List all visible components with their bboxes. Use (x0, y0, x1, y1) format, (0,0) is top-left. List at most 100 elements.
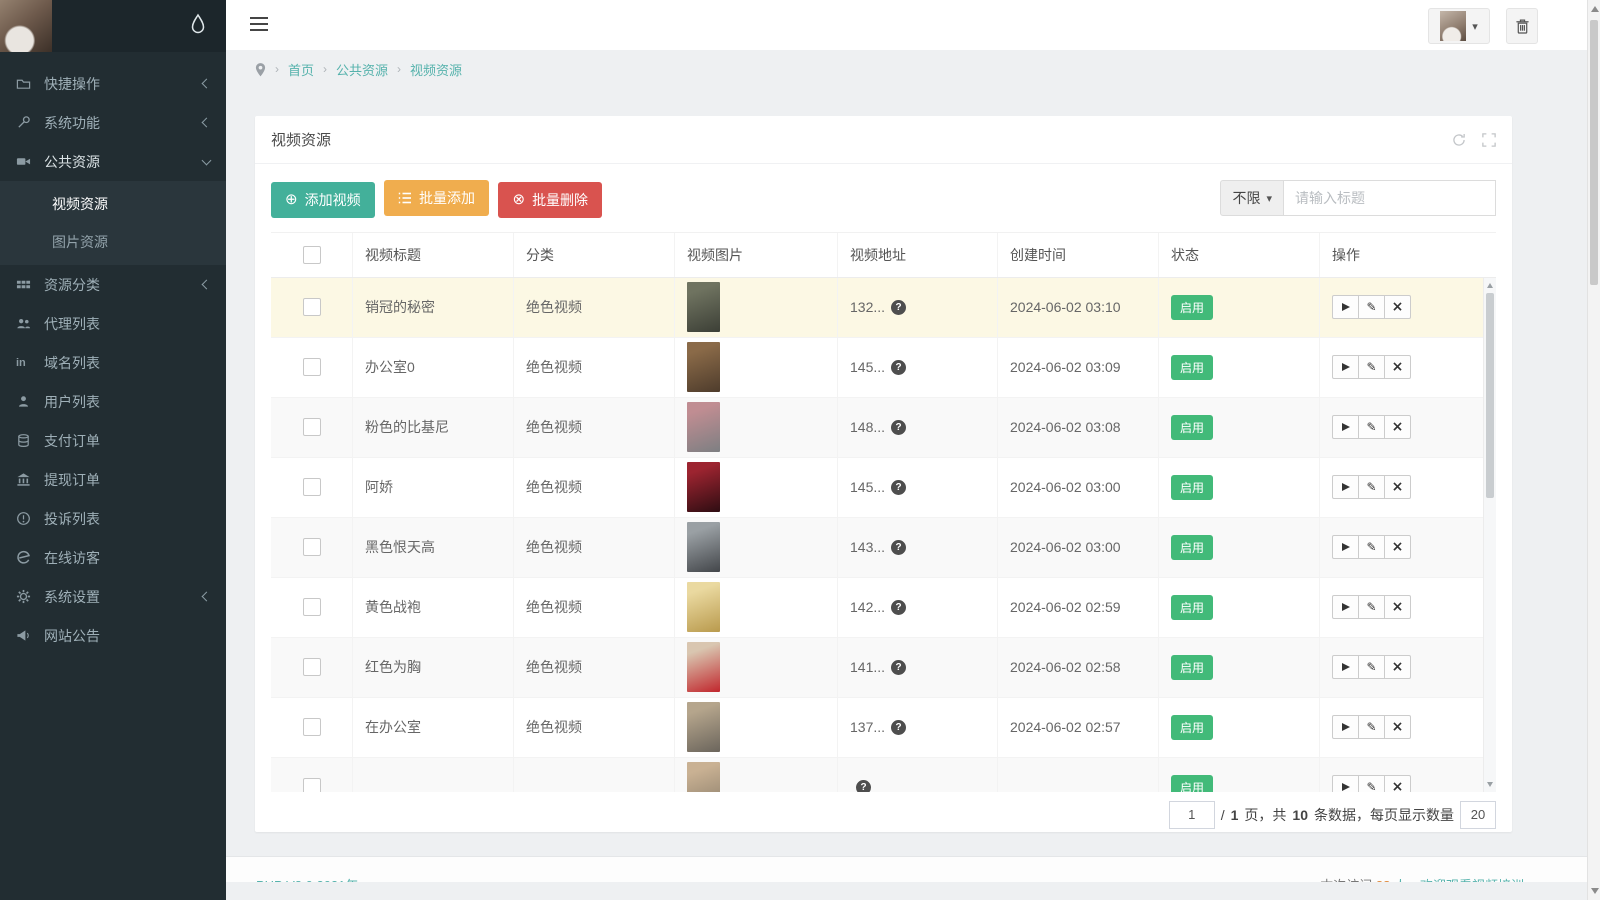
page-scrollbar-thumb[interactable] (1590, 20, 1598, 285)
video-thumbnail[interactable] (687, 522, 720, 572)
delete-button[interactable]: × (1384, 475, 1411, 499)
row-checkbox[interactable] (302, 478, 321, 496)
play-button[interactable] (1332, 775, 1359, 792)
user-avatar (1440, 11, 1467, 41)
sidebar-item-resource-categories[interactable]: 资源分类 (0, 265, 226, 304)
edit-button[interactable]: ✎ (1358, 775, 1385, 792)
video-thumbnail[interactable] (687, 762, 720, 792)
question-circle-icon[interactable]: ? (891, 539, 907, 555)
play-button[interactable] (1332, 415, 1359, 439)
video-thumbnail[interactable] (687, 342, 720, 392)
chevron-left-icon (201, 591, 212, 602)
scroll-down-arrow-icon[interactable] (1487, 781, 1493, 787)
video-thumbnail[interactable] (687, 462, 720, 512)
edit-button[interactable]: ✎ (1358, 535, 1385, 559)
row-checkbox[interactable] (302, 358, 321, 376)
play-button[interactable] (1332, 595, 1359, 619)
add-video-button[interactable]: ⊕ 添加视频 (271, 181, 375, 218)
page-input[interactable] (1168, 800, 1215, 829)
video-thumbnail[interactable] (687, 582, 720, 632)
question-circle-icon[interactable]: ? (891, 359, 907, 375)
title-search-input[interactable] (1284, 180, 1496, 216)
delete-button[interactable]: × (1384, 655, 1411, 679)
video-thumbnail[interactable] (687, 642, 720, 692)
scroll-up-arrow-icon[interactable] (1487, 282, 1493, 288)
select-all-checkbox[interactable] (302, 245, 321, 264)
play-button[interactable] (1332, 715, 1359, 739)
edit-button[interactable]: ✎ (1358, 295, 1385, 319)
row-checkbox[interactable] (302, 778, 321, 792)
sidebar-item-site-announcements[interactable]: 网站公告 (0, 616, 226, 655)
question-circle-icon[interactable]: ? (856, 779, 871, 792)
breadcrumb-public-resources[interactable]: 公共资源 (336, 60, 388, 79)
delete-button[interactable]: × (1384, 295, 1411, 319)
row-checkbox[interactable] (302, 598, 321, 616)
row-checkbox[interactable] (302, 298, 321, 316)
edit-button[interactable]: ✎ (1358, 355, 1385, 379)
footer-visitor-count: 28 (1376, 878, 1390, 882)
row-checkbox[interactable] (302, 538, 321, 556)
breadcrumb-separator: › (323, 62, 328, 76)
row-checkbox[interactable] (302, 658, 321, 676)
video-thumbnail[interactable] (687, 282, 720, 332)
edit-button[interactable]: ✎ (1358, 475, 1385, 499)
row-checkbox[interactable] (302, 418, 321, 436)
question-circle-icon[interactable]: ? (891, 719, 907, 735)
play-button[interactable] (1332, 295, 1359, 319)
batch-add-button[interactable]: 批量添加 (384, 180, 490, 216)
table-scrollbar-thumb[interactable] (1486, 292, 1494, 498)
sidebar-item-payment-orders[interactable]: 支付订单 (0, 421, 226, 460)
edit-button[interactable]: ✎ (1358, 715, 1385, 739)
sidebar-item-user-list[interactable]: 用户列表 (0, 382, 226, 421)
edit-button[interactable]: ✎ (1358, 595, 1385, 619)
expand-icon[interactable] (1482, 132, 1496, 147)
user-menu-button[interactable]: ▾ (1428, 8, 1490, 44)
video-thumbnail[interactable] (687, 702, 720, 752)
breadcrumb-home[interactable]: 首页 (288, 60, 314, 79)
scroll-up-arrow-icon[interactable] (1590, 6, 1599, 12)
sidebar-item-agent-list[interactable]: 代理列表 (0, 304, 226, 343)
table-scrollbar[interactable] (1483, 277, 1496, 792)
delete-button[interactable]: × (1384, 535, 1411, 559)
location-pin-icon (255, 62, 266, 77)
delete-button[interactable]: × (1384, 415, 1411, 439)
refresh-icon[interactable] (1452, 133, 1466, 147)
batch-delete-button[interactable]: ⊗ 批量删除 (498, 181, 603, 218)
edit-button[interactable]: ✎ (1358, 655, 1385, 679)
sidebar-item-quick-actions[interactable]: 快捷操作 (0, 64, 226, 103)
question-circle-icon[interactable]: ? (891, 599, 907, 615)
sidebar-item-domain-list[interactable]: in 域名列表 (0, 343, 226, 382)
scroll-down-arrow-icon[interactable] (1590, 888, 1599, 894)
video-thumbnail[interactable] (687, 402, 720, 452)
row-checkbox[interactable] (302, 718, 321, 736)
category-cell: 绝色视频 (514, 577, 675, 637)
trash-button[interactable] (1506, 8, 1538, 44)
page-scrollbar[interactable] (1587, 0, 1600, 900)
delete-button[interactable]: × (1384, 595, 1411, 619)
question-circle-icon[interactable]: ? (891, 419, 907, 435)
delete-button[interactable]: × (1384, 355, 1411, 379)
ban-circle-icon: ⊗ (512, 191, 526, 208)
sidebar-item-complaint-list[interactable]: 投诉列表 (0, 499, 226, 538)
sidebar-item-system-settings[interactable]: 系统设置 (0, 577, 226, 616)
play-button[interactable] (1332, 475, 1359, 499)
sidebar-item-online-visitors[interactable]: 在线访客 (0, 538, 226, 577)
question-circle-icon[interactable]: ? (891, 659, 907, 675)
sidebar-item-public-resources[interactable]: 公共资源 (0, 142, 226, 181)
per-page-input[interactable] (1460, 800, 1496, 829)
sidebar-item-withdrawal-orders[interactable]: 提现订单 (0, 460, 226, 499)
play-button[interactable] (1332, 355, 1359, 379)
delete-button[interactable]: × (1384, 775, 1411, 792)
hamburger-menu-icon[interactable] (250, 17, 268, 35)
category-filter-dropdown[interactable]: 不限 ▾ (1220, 180, 1284, 216)
breadcrumb-video-resources[interactable]: 视频资源 (410, 60, 462, 79)
play-button[interactable] (1332, 655, 1359, 679)
question-circle-icon[interactable]: ? (891, 479, 907, 495)
sidebar-item-image-resources[interactable]: 图片资源 (0, 223, 226, 261)
question-circle-icon[interactable]: ? (891, 299, 907, 315)
delete-button[interactable]: × (1384, 715, 1411, 739)
sidebar-item-video-resources[interactable]: 视频资源 (0, 185, 226, 223)
play-button[interactable] (1332, 535, 1359, 559)
edit-button[interactable]: ✎ (1358, 415, 1385, 439)
sidebar-item-system-functions[interactable]: 系统功能 (0, 103, 226, 142)
